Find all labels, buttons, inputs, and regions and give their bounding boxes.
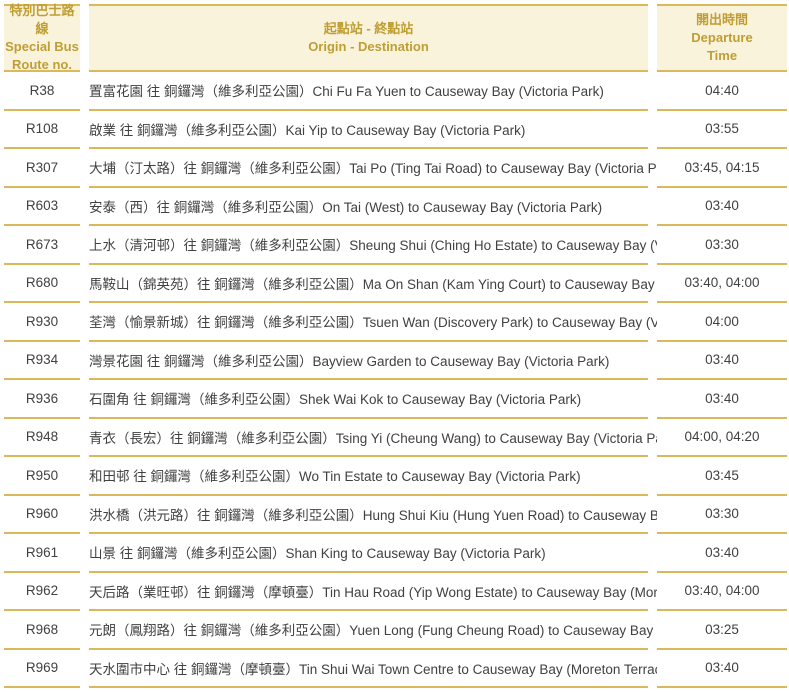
header-departure-time-label: 開出時間 Departure Time bbox=[691, 11, 752, 65]
departure-time: 03:40 bbox=[657, 650, 787, 689]
destination: 山景 往 銅鑼灣（維多利亞公園）Shan King to Causeway Ba… bbox=[89, 534, 648, 573]
route-no: R961 bbox=[4, 534, 80, 573]
route-no: R673 bbox=[4, 226, 80, 265]
route-no: R930 bbox=[4, 303, 80, 342]
departure-time: 03:30 bbox=[657, 226, 787, 265]
route-no: R948 bbox=[4, 419, 80, 458]
destination: 馬鞍山（錦英苑）往 銅鑼灣（維多利亞公園）Ma On Shan (Kam Yin… bbox=[89, 265, 648, 304]
route-no: R969 bbox=[4, 650, 80, 689]
departure-time: 03:40 bbox=[657, 534, 787, 573]
special-bus-route-table: 特別巴士路線 Special Bus Route no. 起點站 - 終點站 O… bbox=[0, 0, 789, 688]
destination: 大埔（汀太路）往 銅鑼灣（維多利亞公園）Tai Po (Ting Tai Roa… bbox=[89, 149, 648, 188]
route-no: R950 bbox=[4, 457, 80, 496]
departure-time: 04:00 bbox=[657, 303, 787, 342]
route-no: R934 bbox=[4, 342, 80, 381]
departure-time: 03:40 bbox=[657, 342, 787, 381]
departure-time: 03:45 bbox=[657, 457, 787, 496]
route-no: R38 bbox=[4, 72, 80, 111]
route-no: R962 bbox=[4, 573, 80, 612]
header-departure-time: 開出時間 Departure Time bbox=[657, 4, 787, 72]
route-no: R680 bbox=[4, 265, 80, 304]
destination: 和田邨 往 銅鑼灣（維多利亞公園）Wo Tin Estate to Causew… bbox=[89, 457, 648, 496]
header-origin-destination: 起點站 - 終點站 Origin - Destination bbox=[89, 4, 648, 72]
destination: 元朗（鳳翔路）往 銅鑼灣（維多利亞公園）Yuen Long (Fung Cheu… bbox=[89, 611, 648, 650]
departure-time: 04:40 bbox=[657, 72, 787, 111]
route-no: R603 bbox=[4, 188, 80, 227]
route-no: R960 bbox=[4, 496, 80, 535]
departure-time: 04:00, 04:20 bbox=[657, 419, 787, 458]
route-no: R936 bbox=[4, 380, 80, 419]
departure-time: 03:30 bbox=[657, 496, 787, 535]
departure-time: 03:25 bbox=[657, 611, 787, 650]
destination: 灣景花園 往 銅鑼灣（維多利亞公園）Bayview Garden to Caus… bbox=[89, 342, 648, 381]
route-no: R307 bbox=[4, 149, 80, 188]
destination: 天后路（業旺邨）往 銅鑼灣（摩頓臺）Tin Hau Road (Yip Wong… bbox=[89, 573, 648, 612]
header-route-no-label: 特別巴士路線 Special Bus Route no. bbox=[4, 2, 80, 74]
destination: 上水（清河邨）往 銅鑼灣（維多利亞公園）Sheung Shui (Ching H… bbox=[89, 226, 648, 265]
destination: 天水圍市中心 往 銅鑼灣（摩頓臺）Tin Shui Wai Town Centr… bbox=[89, 650, 648, 689]
destination: 安泰（西）往 銅鑼灣（維多利亞公園）On Tai (West) to Cause… bbox=[89, 188, 648, 227]
destination: 啟業 往 銅鑼灣（維多利亞公園）Kai Yip to Causeway Bay … bbox=[89, 111, 648, 150]
destination: 石圍角 往 銅鑼灣（維多利亞公園）Shek Wai Kok to Causewa… bbox=[89, 380, 648, 419]
departure-time: 03:40 bbox=[657, 188, 787, 227]
departure-time: 03:40, 04:00 bbox=[657, 573, 787, 612]
route-no: R108 bbox=[4, 111, 80, 150]
header-origin-destination-label: 起點站 - 終點站 Origin - Destination bbox=[308, 20, 429, 56]
destination: 荃灣（愉景新城）往 銅鑼灣（維多利亞公園）Tsuen Wan (Discover… bbox=[89, 303, 648, 342]
departure-time: 03:40 bbox=[657, 380, 787, 419]
header-route-no: 特別巴士路線 Special Bus Route no. bbox=[4, 4, 80, 72]
departure-time: 03:45, 04:15 bbox=[657, 149, 787, 188]
destination: 青衣（長宏）往 銅鑼灣（維多利亞公園）Tsing Yi (Cheung Wang… bbox=[89, 419, 648, 458]
destination: 置富花園 往 銅鑼灣（維多利亞公園）Chi Fu Fa Yuen to Caus… bbox=[89, 72, 648, 111]
destination: 洪水橋（洪元路）往 銅鑼灣（維多利亞公園）Hung Shui Kiu (Hung… bbox=[89, 496, 648, 535]
departure-time: 03:40, 04:00 bbox=[657, 265, 787, 304]
route-no: R968 bbox=[4, 611, 80, 650]
departure-time: 03:55 bbox=[657, 111, 787, 150]
